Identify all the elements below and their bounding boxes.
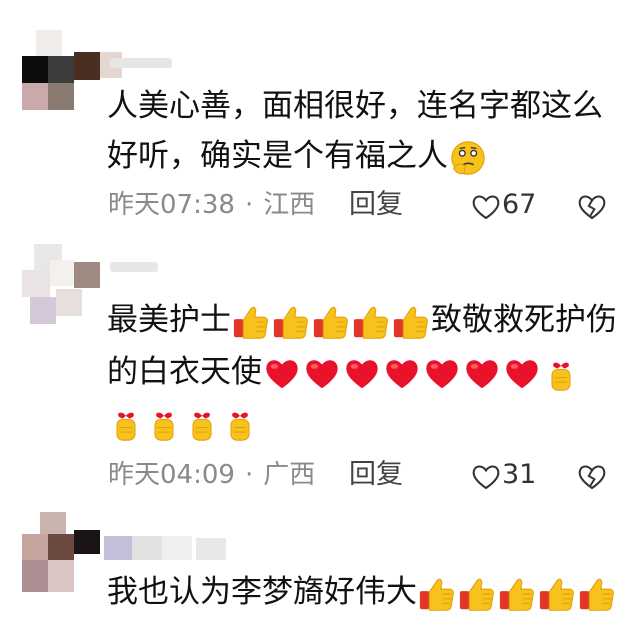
reply-button[interactable]: 回复 — [349, 188, 403, 222]
comment-text-line: 我也认为李梦旖好伟大 — [107, 570, 617, 614]
comment-text-line: 人美心善，面相很好，连名字都这么 — [107, 88, 603, 124]
finger-heart-icon — [184, 404, 220, 444]
meta-separator: · — [244, 190, 254, 220]
thinking-face-icon — [449, 139, 487, 177]
avatar[interactable] — [22, 30, 122, 110]
thumbs-up-icon — [458, 575, 496, 613]
meta-separator: · — [244, 460, 254, 490]
comment-meta: 昨天04:09 · 广西 — [108, 458, 315, 492]
red-heart-icon — [383, 355, 421, 393]
region: 广西 — [263, 460, 316, 490]
username-placeholder — [162, 536, 192, 560]
heart-outline-icon — [472, 194, 500, 219]
username-placeholder[interactable] — [110, 262, 158, 272]
comment-text-line: 最美护士 致敬救死护伤 — [107, 298, 617, 342]
like-count: 31 — [502, 459, 537, 490]
avatar[interactable] — [22, 244, 100, 324]
finger-heart-icon — [146, 404, 182, 444]
thumbs-up-icon — [538, 575, 576, 613]
thumbs-up-icon — [418, 575, 456, 613]
thumbs-up-icon — [232, 303, 270, 341]
username-placeholder[interactable] — [110, 58, 172, 68]
dislike-button[interactable] — [576, 191, 608, 221]
broken-heart-icon — [578, 465, 606, 490]
red-heart-icon — [263, 355, 301, 393]
thumbs-up-icon — [578, 575, 616, 613]
like-button[interactable]: 67 — [470, 188, 536, 222]
finger-heart-icon — [222, 404, 258, 444]
thumbs-up-icon — [392, 303, 430, 341]
timestamp: 昨天07:38 — [108, 190, 235, 220]
red-heart-icon — [343, 355, 381, 393]
finger-heart-icon — [108, 404, 144, 444]
comment-text-line: 好听，确实是个有福之人 — [107, 134, 488, 178]
like-count: 67 — [502, 189, 537, 220]
thumbs-up-icon — [272, 303, 310, 341]
reply-button[interactable]: 回复 — [349, 458, 403, 492]
comment-text-line: 的白衣天使 — [107, 350, 580, 394]
red-heart-icon — [503, 355, 541, 393]
username-placeholder — [132, 536, 162, 560]
like-button[interactable]: 31 — [470, 458, 536, 492]
thumbs-up-icon — [312, 303, 350, 341]
red-heart-icon — [423, 355, 461, 393]
finger-heart-icon — [543, 354, 579, 394]
timestamp: 昨天04:09 — [108, 460, 235, 490]
red-heart-icon — [303, 355, 341, 393]
thumbs-up-icon — [498, 575, 536, 613]
dislike-button[interactable] — [576, 461, 608, 491]
heart-outline-icon — [472, 464, 500, 489]
region: 江西 — [263, 190, 316, 220]
avatar[interactable] — [22, 512, 100, 592]
red-heart-icon — [463, 355, 501, 393]
comment-meta: 昨天07:38 · 江西 — [108, 188, 315, 222]
username-placeholder — [196, 538, 226, 560]
thumbs-up-icon — [352, 303, 390, 341]
username-placeholder[interactable] — [104, 536, 132, 560]
broken-heart-icon — [578, 195, 606, 220]
comment-text-line — [107, 400, 259, 444]
